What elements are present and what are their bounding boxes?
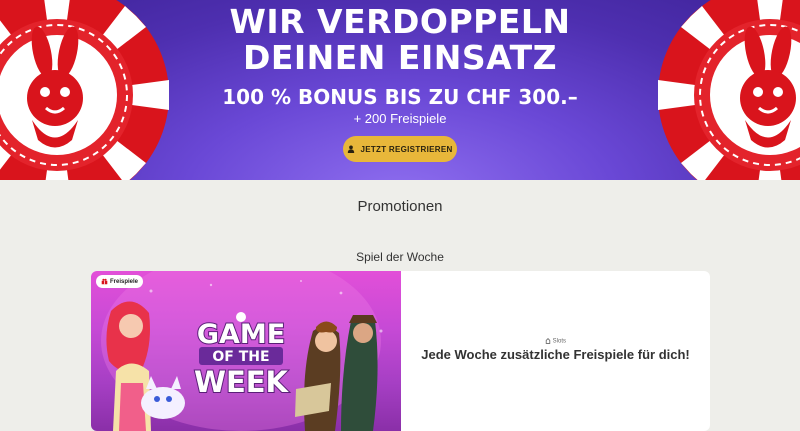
freispiele-badge: Freispiele: [96, 275, 144, 288]
freispiele-text: + 200 Freispiele: [353, 111, 447, 126]
promotions-title: Promotionen: [357, 198, 443, 215]
logo-line1: GAME: [197, 319, 285, 350]
spiel-der-woche-title: Spiel der Woche: [356, 250, 444, 264]
bonus-text: 100 % BONUS BIS ZU CHF 300.–: [222, 85, 578, 109]
promo-category-label: Slots: [552, 338, 566, 345]
promo-artwork: GAME OF THE WEEK: [101, 271, 383, 431]
game-of-the-week-image: GAME OF THE WEEK Freispiele: [91, 271, 401, 431]
user-icon: [348, 145, 355, 153]
freispiele-badge-label: Freispiele: [110, 278, 139, 285]
hero-title-line2: DEINEN EINSATZ: [242, 38, 558, 77]
register-button[interactable]: JETZT REGISTRIEREN: [343, 136, 457, 162]
gift-icon: [101, 278, 108, 285]
slots-icon: [545, 338, 551, 344]
promo-category: Slots: [401, 338, 710, 345]
hero-banner: WIR VERDOPPELN DEINEN EINSATZ 100 % BONU…: [0, 0, 800, 180]
logo-line3: WEEK: [194, 365, 290, 399]
game-of-the-week-card[interactable]: GAME OF THE WEEK Freispiele Slots Jede W…: [91, 271, 710, 431]
hero-title-line1: WIR VERDOPPELN: [229, 2, 571, 41]
logo-line2: OF THE: [212, 349, 269, 365]
promo-heading: Jede Woche zusätzliche Freispiele für di…: [421, 347, 690, 362]
register-button-label: JETZT REGISTRIEREN: [360, 144, 453, 154]
